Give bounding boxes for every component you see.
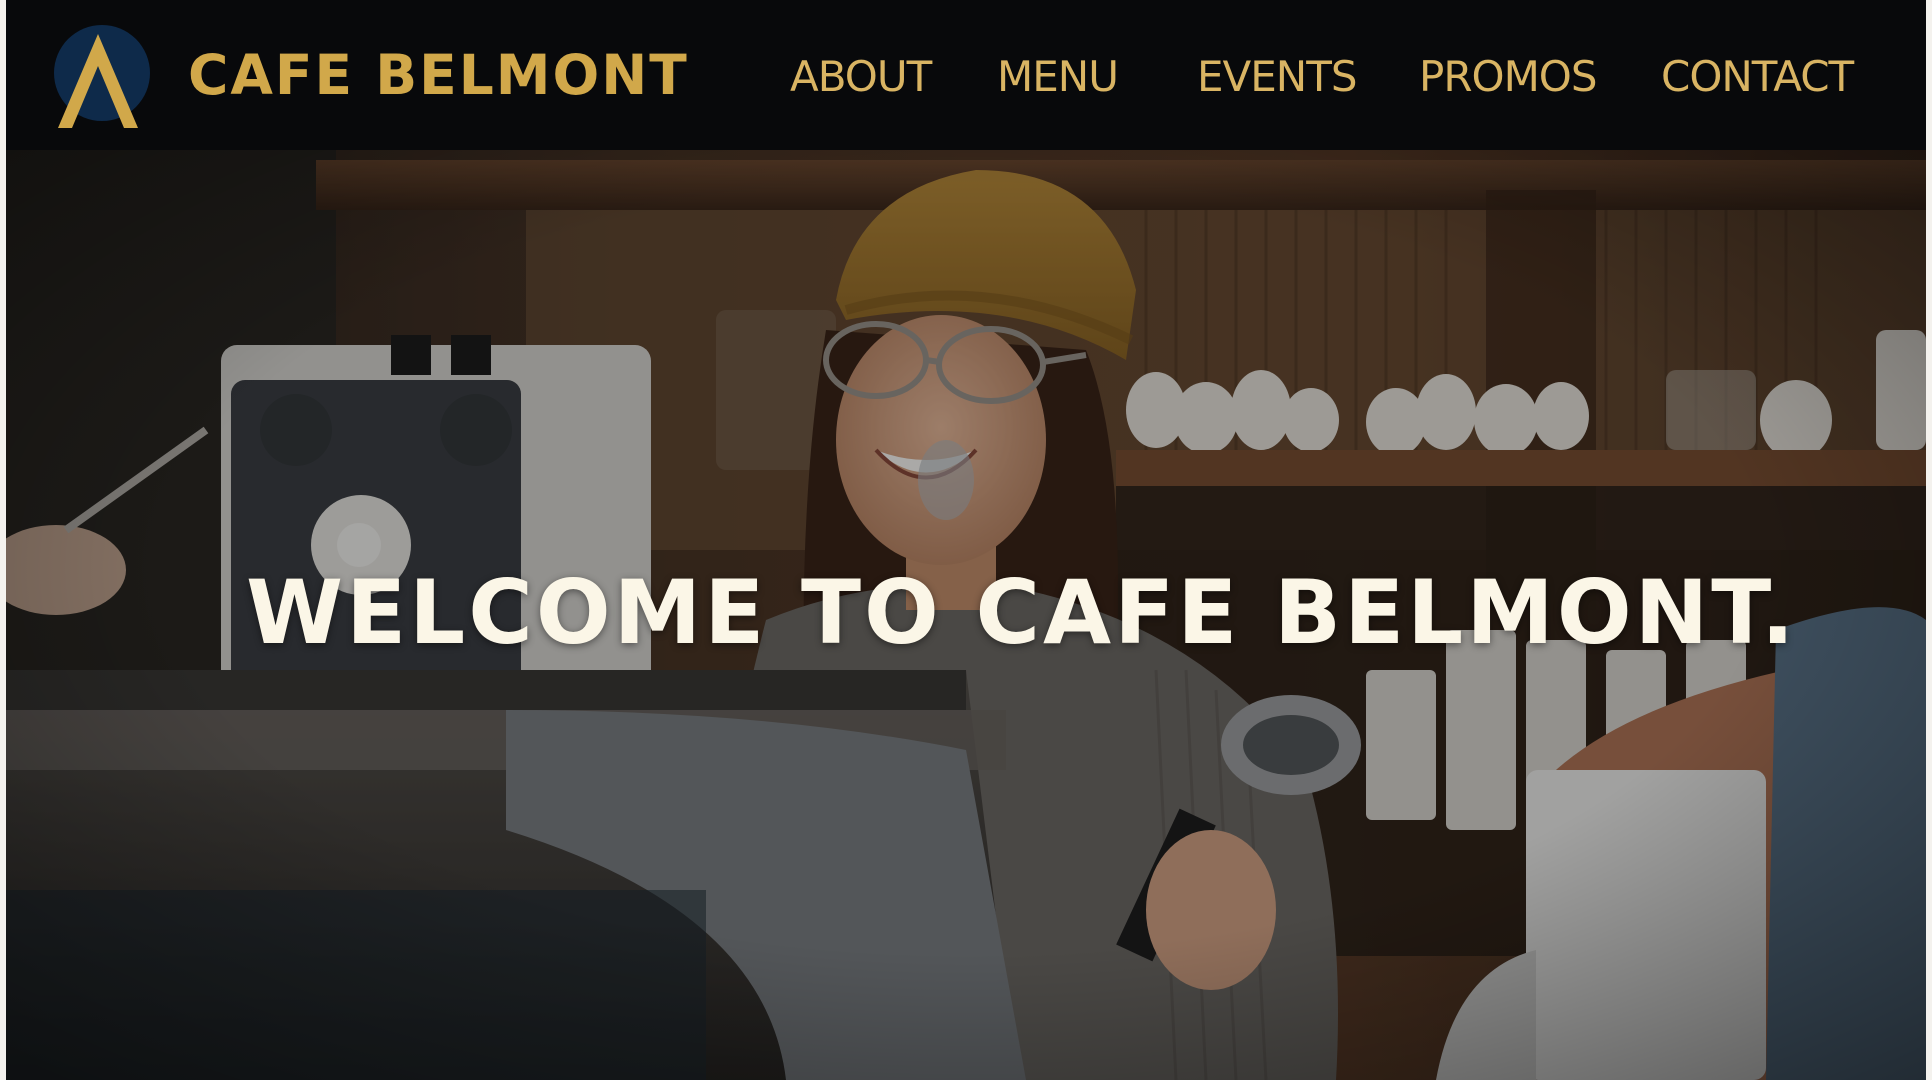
hero-title: WELCOME TO CAFE BELMONT.: [246, 560, 1798, 664]
page: CAFE BELMONT ABOUT MENU EVENTS PROMOS CO…: [6, 0, 1926, 1080]
nav-promos-link[interactable]: PROMOS: [1419, 44, 1598, 110]
nav-about-link[interactable]: ABOUT: [790, 44, 932, 110]
nav-menu-link[interactable]: MENU: [997, 44, 1119, 110]
site-header: CAFE BELMONT ABOUT MENU EVENTS PROMOS CO…: [6, 0, 1926, 150]
nav-contact-link[interactable]: CONTACT: [1661, 44, 1854, 110]
main-nav: ABOUT MENU EVENTS PROMOS CONTACT: [6, 44, 1926, 110]
nav-events-link[interactable]: EVENTS: [1197, 44, 1358, 110]
hero-section: WELCOME TO CAFE BELMONT.: [6, 150, 1926, 1080]
